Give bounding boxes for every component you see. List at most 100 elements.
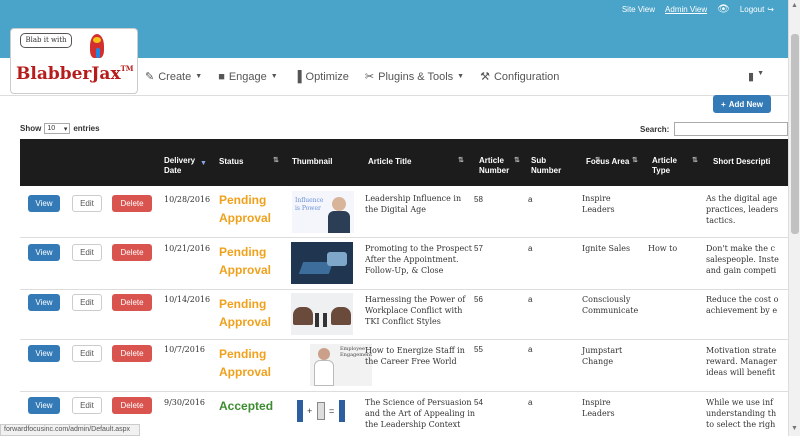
delete-button[interactable]: Delete	[112, 345, 152, 362]
desc-line-1: Motivation strate	[706, 346, 777, 355]
article-title: Harnessing the Power of Workplace Conflic…	[365, 294, 465, 327]
edit-button[interactable]: Edit	[72, 397, 102, 414]
delivery-date: 10/7/2016	[164, 345, 206, 354]
nav-create[interactable]: ✎ Create ▼	[145, 70, 202, 84]
view-button[interactable]: View	[28, 397, 60, 414]
desc-line-1: As the digital age	[706, 194, 778, 203]
col-short-description[interactable]: Short Descripti	[713, 157, 770, 166]
person-figure	[323, 313, 327, 327]
nav-configuration-label: Configuration	[493, 70, 560, 83]
show-label: Show	[20, 124, 42, 133]
focus-area: Consciously Communicate	[582, 294, 638, 316]
desc-line-3: and gain competi	[706, 266, 777, 275]
title-line-2: and the Art of Appealing in	[365, 409, 476, 418]
scroll-up-icon[interactable]: ▲	[791, 2, 798, 9]
article-thumbnail	[291, 293, 353, 335]
sort-icon: ⇅	[692, 157, 698, 164]
title-line-1: The Science of Persuasion	[365, 398, 472, 407]
sort-icon: ⇅	[273, 157, 279, 164]
delete-button[interactable]: Delete	[112, 397, 152, 414]
delete-button[interactable]: Delete	[112, 294, 152, 311]
entries-select[interactable]: 10 ▾	[44, 123, 71, 134]
col-status-label: Status	[219, 157, 244, 166]
sub-number: a	[528, 398, 533, 407]
article-number: 57	[474, 244, 483, 253]
col-sub-number[interactable]: Sub Number	[531, 156, 567, 176]
col-article-type[interactable]: Article Type	[652, 156, 686, 176]
admin-view-link[interactable]: Admin View	[665, 5, 707, 14]
focus-line-2: Leaders	[582, 205, 615, 214]
edit-button[interactable]: Edit	[72, 294, 102, 311]
view-button[interactable]: View	[28, 294, 60, 311]
sub-number: a	[528, 195, 533, 204]
short-description: Motivation strate reward. Manager ideas wi…	[706, 345, 777, 378]
view-button[interactable]: View	[28, 195, 60, 212]
caret-down-icon: ▼	[457, 73, 465, 80]
table-row: View Edit Delete 10/7/2016 Pending Approv…	[20, 340, 788, 392]
status-line-1: Pending	[219, 297, 267, 311]
title-line-3: TKI Conflict Styles	[365, 317, 441, 326]
nav-optimize[interactable]: ▐ Optimize	[294, 71, 349, 83]
status-badge: Pending Approval	[219, 295, 271, 331]
table-row: View Edit Delete 10/14/2016 Pending Appro…	[20, 290, 788, 340]
desc-line-3: ideas will benefit	[706, 368, 776, 377]
nav-plugins-label: Plugins & Tools	[378, 70, 454, 83]
title-line-1: How to Energize Staff in	[365, 346, 465, 355]
book-menu[interactable]: ▮ ▼	[748, 70, 764, 83]
article-title: The Science of Persuasion and the Art of …	[365, 397, 475, 430]
paperclip-icon: ✂	[364, 71, 375, 83]
vertical-scrollbar[interactable]: ▲ ▼	[788, 0, 800, 436]
book-icon: ▮	[748, 71, 755, 83]
col-article-title[interactable]: Article Title	[368, 157, 411, 166]
delete-button[interactable]: Delete	[112, 195, 152, 212]
edit-button[interactable]: Edit	[72, 345, 102, 362]
search-label: Search:	[640, 125, 670, 134]
title-line-1: Promoting to the Prospect	[365, 244, 472, 253]
title-line-2: the Career Free World	[365, 357, 457, 366]
focus-line-2: Change	[582, 357, 614, 366]
focus-line-1: Jumpstart	[582, 346, 623, 355]
logout-label: Logout	[739, 5, 765, 14]
entries-label: entries	[73, 124, 100, 133]
scroll-down-icon[interactable]: ▼	[791, 425, 798, 432]
col-article-number[interactable]: Article Number	[479, 156, 515, 176]
col-thumbnail-label: Thumbnail	[292, 157, 333, 166]
status-line-1: Accepted	[219, 399, 274, 413]
delete-button[interactable]: Delete	[112, 244, 152, 261]
person-body	[328, 211, 350, 233]
select-arrow-icon: ▾	[63, 125, 68, 133]
status-badge: Pending Approval	[219, 243, 271, 279]
add-new-button[interactable]: + Add New	[713, 95, 771, 113]
delivery-date: 10/21/2016	[164, 244, 211, 253]
logo-tm: TM	[120, 64, 134, 73]
nav-engage[interactable]: ■ Engage ▼	[218, 71, 278, 83]
status-badge: Accepted	[219, 397, 273, 415]
view-button[interactable]: View	[28, 244, 60, 261]
col-thumbnail[interactable]: Thumbnail	[292, 157, 332, 166]
desc-line-2: achievement by e	[706, 306, 778, 315]
main-nav: ✎ Create ▼ ■ Engage ▼ ▐ Optimize ✂ Plugi…	[145, 70, 560, 84]
caret-down-icon: ▼	[757, 70, 764, 77]
search-input[interactable]	[674, 122, 788, 136]
nav-configuration[interactable]: ⚒ Configuration	[480, 70, 560, 84]
entries-control: Show 10 ▾ entries	[20, 123, 100, 134]
view-button[interactable]: View	[28, 345, 60, 362]
scrollbar-thumb[interactable]	[791, 34, 799, 234]
site-view-link[interactable]: Site View	[622, 5, 655, 14]
edit-button[interactable]: Edit	[72, 244, 102, 261]
nav-plugins-tools[interactable]: ✂ Plugins & Tools ▼	[364, 70, 465, 84]
status-line-1: Pending	[219, 347, 267, 361]
nav-create-label: Create	[158, 70, 192, 83]
person-figure	[297, 400, 303, 422]
article-number: 56	[474, 295, 483, 304]
desc-line-2: reward. Manager	[706, 357, 777, 366]
col-short-description-label: Short Descripti	[713, 157, 771, 166]
focus-line-2: Communicate	[582, 306, 639, 315]
edit-button[interactable]: Edit	[72, 195, 102, 212]
eye-slash-icon[interactable]: 👁	[717, 4, 730, 15]
desc-line-2: salespeople. Inste	[706, 255, 779, 264]
col-status[interactable]: Status	[219, 157, 243, 166]
focus-line-1: Inspire	[582, 398, 611, 407]
col-focus-area[interactable]: Focus Area	[586, 157, 629, 166]
logout-link[interactable]: Logout ↪	[740, 5, 774, 14]
